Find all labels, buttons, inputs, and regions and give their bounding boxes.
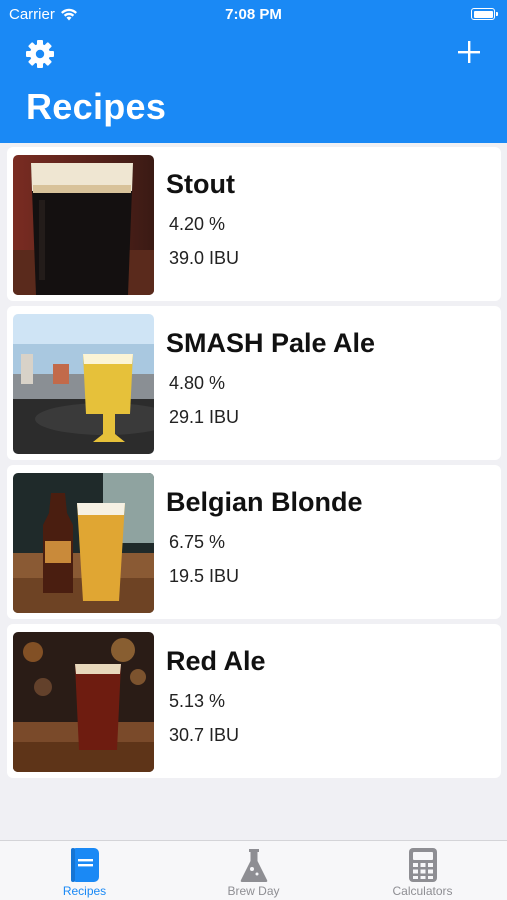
recipe-abv: 4.20 % — [169, 214, 226, 234]
tab-label: Brew Day — [227, 884, 280, 898]
battery-icon — [471, 8, 498, 20]
tab-brew-day[interactable]: Brew Day — [169, 841, 338, 900]
status-bar: Carrier 7:08 PM — [0, 0, 507, 30]
tab-label: Recipes — [62, 884, 107, 898]
recipe-card-stout[interactable]: Stout 4.20 % 39.0 IBU — [7, 147, 501, 301]
recipe-name: SMASH Pale Ale — [166, 328, 376, 358]
recipe-abv: 6.75 % — [169, 532, 226, 552]
red-ale-photo — [13, 632, 154, 772]
clock: 7:08 PM — [225, 6, 282, 23]
recipe-abv: 5.13 % — [169, 691, 226, 711]
page-title: Recipes — [26, 86, 167, 127]
book-icon — [70, 848, 99, 882]
blonde-ale-photo — [13, 473, 154, 613]
recipe-abv: 4.80 % — [169, 373, 226, 393]
flask-icon — [240, 849, 267, 882]
gear-icon — [26, 40, 54, 68]
recipe-ibu: 29.1 IBU — [169, 407, 240, 427]
recipe-ibu: 19.5 IBU — [169, 566, 240, 586]
calculator-icon — [408, 848, 437, 882]
recipe-ibu: 39.0 IBU — [169, 248, 240, 268]
recipe-name: Belgian Blonde — [166, 487, 363, 517]
tab-calculators[interactable]: Calculators — [338, 841, 507, 900]
tab-bar: Recipes Brew Day Calculators — [0, 840, 507, 900]
pale-ale-photo — [13, 314, 154, 454]
plus-icon — [458, 41, 480, 63]
nav-header: Carrier 7:08 PM Recipes — [0, 0, 507, 143]
recipe-list: Stout 4.20 % 39.0 IBU SMASH Pale Ale 4.8… — [7, 147, 501, 783]
tab-recipes[interactable]: Recipes — [0, 841, 169, 900]
add-recipe-button[interactable] — [455, 38, 483, 66]
recipe-card-belgian-blonde[interactable]: Belgian Blonde 6.75 % 19.5 IBU — [7, 465, 501, 619]
recipe-name: Red Ale — [166, 646, 266, 676]
recipe-card-smash-pale-ale[interactable]: SMASH Pale Ale 4.80 % 29.1 IBU — [7, 306, 501, 460]
recipe-card-red-ale[interactable]: Red Ale 5.13 % 30.7 IBU — [7, 624, 501, 778]
recipe-ibu: 30.7 IBU — [169, 725, 240, 745]
tab-label: Calculators — [392, 884, 453, 898]
recipe-name: Stout — [166, 169, 235, 199]
settings-button[interactable] — [24, 38, 56, 70]
stout-beer-photo — [13, 155, 154, 295]
